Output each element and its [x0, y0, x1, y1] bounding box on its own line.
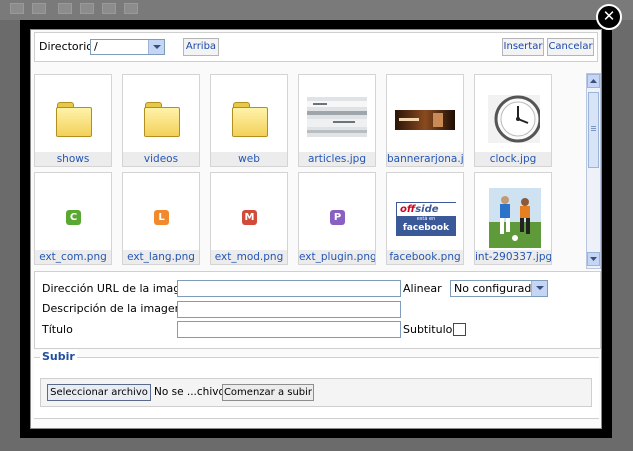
thumbnail-item[interactable]: shows: [34, 74, 112, 167]
thumbnail-item[interactable]: M ext_mod.png: [210, 172, 288, 265]
thumbnail-item[interactable]: offside está en facebook facebook.png: [386, 172, 464, 265]
folder-icon: [56, 102, 92, 137]
thumbnail-item[interactable]: articles.jpg: [298, 74, 376, 167]
chevron-down-icon: [148, 40, 164, 54]
start-upload-button[interactable]: Comenzar a subir: [222, 384, 314, 401]
url-input[interactable]: [177, 280, 401, 297]
background-icon: [80, 3, 94, 14]
chevron-down-icon: [531, 281, 547, 296]
thumbnail-name: clock.jpg: [475, 152, 551, 166]
scroll-thumb[interactable]: [588, 92, 599, 168]
soccer-preview: [489, 188, 541, 248]
background-icon: [58, 3, 72, 14]
thumbnail-name: ext_plugin.png: [299, 250, 375, 264]
background-toolbar: [0, 0, 633, 20]
facebook-preview-side: side: [415, 204, 439, 215]
caption-checkbox[interactable]: [453, 323, 466, 336]
banner-preview: [395, 110, 455, 130]
thumbnail-item[interactable]: web: [210, 74, 288, 167]
scroll-down-button[interactable]: [587, 252, 600, 266]
thumbnail-name: web: [211, 152, 287, 166]
url-label: Dirección URL de la imagen: [42, 282, 195, 295]
gallery-scrollbar[interactable]: [586, 73, 601, 269]
directory-select[interactable]: /: [90, 39, 165, 55]
background-icon: [124, 3, 138, 14]
thumbnail-name: bannerarjona.jpg: [387, 152, 463, 166]
thumbnail-item[interactable]: L ext_lang.png: [122, 172, 200, 265]
articles-preview: [307, 97, 367, 137]
description-input[interactable]: [177, 301, 401, 318]
title-input[interactable]: [177, 321, 401, 338]
close-modal-button[interactable]: ✕: [596, 4, 622, 30]
align-select[interactable]: No configurado: [450, 280, 548, 297]
thumbnail-name: videos: [123, 152, 199, 166]
thumbnail-name: articles.jpg: [299, 152, 375, 166]
module-badge-icon: M: [242, 210, 257, 225]
image-manager-modal: Directorio / Arriba Insertar Cancelar sh…: [30, 29, 602, 429]
directory-toolbar: Directorio / Arriba Insertar Cancelar: [34, 32, 598, 62]
chevron-down-icon: [590, 257, 597, 261]
facebook-preview-brand: facebook: [402, 223, 450, 233]
background-icon: [102, 3, 116, 14]
thumbnail-item[interactable]: P ext_plugin.png: [298, 172, 376, 265]
directory-label: Directorio: [39, 40, 93, 53]
align-value: No configurado: [454, 282, 539, 295]
thumbnail-item[interactable]: bannerarjona.jpg: [386, 74, 464, 167]
thumbnail-name: ext_mod.png: [211, 250, 287, 264]
thumbnail-item[interactable]: videos: [122, 74, 200, 167]
thumbnail-name: facebook.png: [387, 250, 463, 264]
thumbnail-name: shows: [35, 152, 111, 166]
upload-legend: Subir: [40, 350, 77, 363]
select-file-button[interactable]: Seleccionar archivo: [47, 384, 151, 401]
image-properties-form: Dirección URL de la imagen Alinear No co…: [34, 271, 601, 349]
image-gallery: shows videos web articles.jpg bannerarjo…: [34, 73, 599, 269]
directory-value: /: [94, 40, 98, 53]
cancel-button[interactable]: Cancelar: [547, 38, 594, 56]
title-label: Título: [42, 323, 73, 336]
align-label: Alinear: [403, 282, 442, 295]
up-button[interactable]: Arriba: [183, 38, 219, 56]
description-label: Descripción de la imagen: [42, 302, 182, 315]
thumbnail-name: ext_com.png: [35, 250, 111, 264]
thumbnail-item[interactable]: clock.jpg: [474, 74, 552, 167]
language-badge-icon: L: [154, 210, 169, 225]
background-icon: [32, 3, 46, 14]
thumbnail-item[interactable]: int-290337.jpg: [474, 172, 552, 265]
plugin-badge-icon: P: [330, 210, 345, 225]
background-icon: [10, 3, 24, 14]
chevron-up-icon: [590, 79, 597, 83]
thumbnail-name: ext_lang.png: [123, 250, 199, 264]
folder-icon: [232, 102, 268, 137]
thumbnail-name: int-290337.jpg: [475, 250, 551, 264]
facebook-preview: offside está en facebook: [396, 202, 458, 236]
caption-label: Subtitulo: [403, 323, 453, 336]
clock-preview: [488, 95, 540, 143]
facebook-preview-off: off: [400, 204, 416, 215]
folder-icon: [144, 102, 180, 137]
thumbnail-item[interactable]: C ext_com.png: [34, 172, 112, 265]
upload-section: Subir Seleccionar archivo No se ...chivo…: [34, 350, 599, 419]
scroll-up-button[interactable]: [587, 74, 600, 88]
close-icon: ✕: [602, 7, 616, 25]
upload-box: Seleccionar archivo No se ...chivo Comen…: [40, 378, 592, 407]
component-badge-icon: C: [66, 210, 81, 225]
insert-button[interactable]: Insertar: [502, 38, 544, 56]
no-file-text: No se ...chivo: [154, 386, 225, 398]
